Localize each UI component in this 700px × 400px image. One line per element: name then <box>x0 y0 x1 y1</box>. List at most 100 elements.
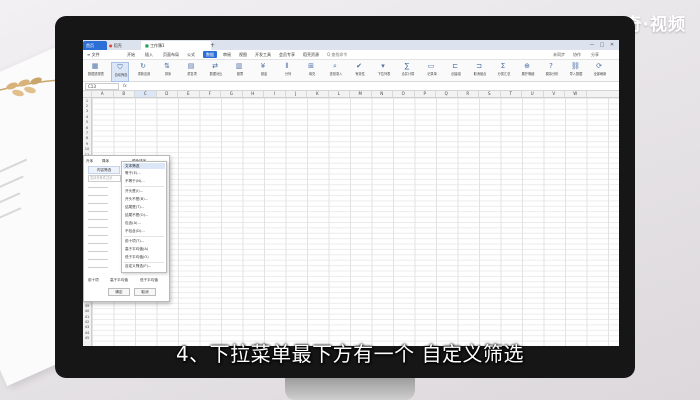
menu-docer[interactable]: 稻壳资源 <box>303 51 319 58</box>
column-header-r[interactable]: R <box>458 91 479 97</box>
column-header-k[interactable]: K <box>307 91 329 97</box>
column-header-w[interactable]: W <box>565 91 587 97</box>
above-average-button[interactable]: 高于平均值 <box>110 278 128 283</box>
menu-formula[interactable]: 公式 <box>187 51 195 58</box>
cancel-button[interactable]: 取消 <box>134 288 156 296</box>
filter-equals[interactable]: 等于(E)... <box>125 171 141 176</box>
filter-top-ten[interactable]: 前十项(T)... <box>125 239 144 244</box>
row-header[interactable]: 6 <box>83 126 91 130</box>
ribbon-tool-refresh-all[interactable]: ⟳ 全部刷新 <box>591 62 607 80</box>
new-tab-button[interactable]: + <box>210 41 215 50</box>
maximize-button[interactable]: □ <box>599 42 605 48</box>
column-header-f[interactable]: F <box>200 91 221 97</box>
column-header-j[interactable]: J <box>286 91 307 97</box>
ribbon-tool-simulation[interactable]: ? 模拟分析 <box>543 62 559 80</box>
row-header[interactable]: 8 <box>83 136 91 140</box>
row-header[interactable]: 7 <box>83 131 91 135</box>
column-header-b[interactable]: B <box>114 91 135 97</box>
column-header-i[interactable]: I <box>264 91 286 97</box>
menu-start[interactable]: 开始 <box>127 51 135 58</box>
filter-begins-with[interactable]: 开头是(I)... <box>125 189 143 194</box>
column-header-g[interactable]: G <box>221 91 243 97</box>
column-header-n[interactable]: N <box>372 91 393 97</box>
custom-filter-item[interactable]: 自定义筛选(F)... <box>125 264 151 269</box>
column-header-p[interactable]: P <box>415 91 436 97</box>
content-filter-tab[interactable]: 内容筛选 <box>88 166 120 174</box>
ribbon-tool-reapply[interactable]: ↻ 重新应用 <box>135 62 151 80</box>
column-header-e[interactable]: E <box>178 91 200 97</box>
ribbon-tool-subtotal[interactable]: Σ 分类汇总 <box>495 62 511 80</box>
ribbon-tool-highlight-duplicates[interactable]: ▤ 重复项 <box>183 62 199 80</box>
sort-ascending-button[interactable]: 升序 <box>86 158 93 164</box>
tab-wps[interactable]: ● 稻壳 <box>105 41 143 50</box>
column-header-v[interactable]: V <box>544 91 565 97</box>
row-header[interactable]: 40 <box>83 309 91 313</box>
ribbon-tool-data-compare[interactable]: ⇄ 数据对比 <box>207 62 223 80</box>
column-header-h[interactable]: H <box>243 91 264 97</box>
ribbon-tool-sort[interactable]: ⇅ 排序 <box>159 62 175 80</box>
column-header-m[interactable]: M <box>350 91 372 97</box>
row-header[interactable]: 5 <box>83 120 91 124</box>
ribbon-tool-split[interactable]: ⫴ 分列 <box>279 62 295 80</box>
share-button[interactable]: 分享 <box>591 51 599 58</box>
top-ten-button[interactable]: 前十项 <box>88 278 99 283</box>
row-header[interactable]: 39 <box>83 304 91 308</box>
menu-page-layout[interactable]: 页面布局 <box>163 51 179 58</box>
column-header-q[interactable]: Q <box>436 91 458 97</box>
close-button[interactable]: ✕ <box>609 42 615 48</box>
collaborate-button[interactable]: 协作 <box>573 51 581 58</box>
ribbon-tool-find-entry[interactable]: ⌕ 查找录入 <box>327 62 343 80</box>
ribbon-tool-web-link[interactable]: ⛓ 导入数据 <box>567 62 583 80</box>
filter-above-average[interactable]: 高于平均值(A) <box>125 247 148 252</box>
row-header[interactable]: 44 <box>83 331 91 335</box>
ribbon-tool-expand-detail[interactable]: ⊕ 展开明细 <box>519 62 535 80</box>
sort-descending-button[interactable]: 降序 <box>102 158 109 164</box>
ribbon-tool-stock[interactable]: ▥ 股票 <box>231 62 247 80</box>
column-header-t[interactable]: T <box>501 91 522 97</box>
menu-developer[interactable]: 开发工具 <box>255 51 271 58</box>
filter-not-begins-with[interactable]: 开头不是(B)... <box>125 197 148 202</box>
menu-data[interactable]: 数据 <box>203 51 217 58</box>
column-header-c[interactable]: C <box>135 91 157 97</box>
below-average-button[interactable]: 低于平均值 <box>140 278 158 283</box>
row-header[interactable]: 43 <box>83 325 91 329</box>
column-header-a[interactable]: A <box>92 91 114 97</box>
name-box[interactable]: C13 <box>85 83 119 90</box>
filter-value-list[interactable] <box>88 183 118 283</box>
ribbon-tool-validity[interactable]: ✔ 有效性 <box>351 62 367 80</box>
row-header[interactable]: 3 <box>83 109 91 113</box>
filter-below-average[interactable]: 低于平均值(O) <box>125 255 149 260</box>
ribbon-tool-merge-calc[interactable]: ∑ 合并计算 <box>399 62 415 80</box>
row-header[interactable]: 42 <box>83 320 91 324</box>
filter-search-input[interactable]: 支持多条件过滤 <box>88 175 121 182</box>
filter-not-equals[interactable]: 不等于(N)... <box>125 179 145 184</box>
ribbon-tool-fund[interactable]: ¥ 基金 <box>255 62 271 80</box>
command-search[interactable]: Q 查找命令 <box>327 51 347 58</box>
row-header[interactable]: 41 <box>83 315 91 319</box>
row-header[interactable]: 4 <box>83 115 91 119</box>
minimize-button[interactable]: — <box>589 42 595 48</box>
ribbon-tool-fill[interactable]: ⊞ 填充 <box>303 62 319 80</box>
column-header-o[interactable]: O <box>393 91 415 97</box>
ok-button[interactable]: 确定 <box>108 288 130 296</box>
tab-workbook[interactable]: ■ 工作簿1 <box>141 41 211 50</box>
ribbon-tool-filter[interactable]: ⛉ 自动筛选 <box>111 62 129 82</box>
text-filter-header[interactable]: 文本筛选 <box>123 163 165 169</box>
menu-view[interactable]: 视图 <box>239 51 247 58</box>
column-header-s[interactable]: S <box>479 91 501 97</box>
ribbon-tool-dropdown-list[interactable]: ▾ 下拉列表 <box>375 62 391 80</box>
menu-member[interactable]: 会员专享 <box>279 51 295 58</box>
filter-ends-with[interactable]: 结尾是(T)... <box>125 205 144 210</box>
ribbon-tool-ungroup[interactable]: ⊐ 取消组合 <box>471 62 487 80</box>
sync-status[interactable]: 未同步 <box>553 51 565 58</box>
menu-insert[interactable]: 插入 <box>145 51 153 58</box>
ribbon-tool-pivot-table[interactable]: ▦ 数据透视表 <box>87 62 104 80</box>
row-header[interactable]: 10 <box>83 147 91 151</box>
filter-not-ends-with[interactable]: 结尾不是(O)... <box>125 213 148 218</box>
menu-review[interactable]: 审阅 <box>223 51 231 58</box>
column-header-u[interactable]: U <box>522 91 544 97</box>
row-header[interactable]: 1 <box>83 99 91 103</box>
column-header-d[interactable]: D <box>157 91 178 97</box>
column-header-l[interactable]: L <box>329 91 350 97</box>
filter-not-contains[interactable]: 不包含(D)... <box>125 229 145 234</box>
